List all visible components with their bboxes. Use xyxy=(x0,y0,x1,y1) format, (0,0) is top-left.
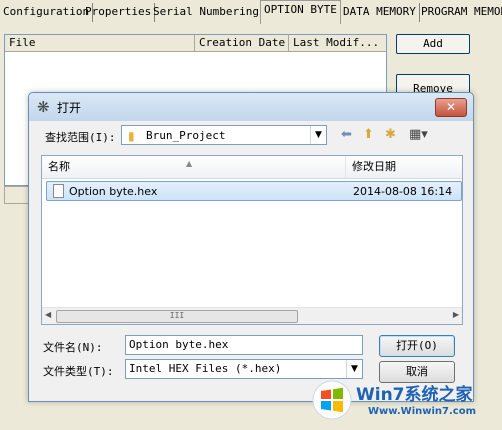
close-icon: ✕ xyxy=(445,100,457,114)
column-file[interactable]: File xyxy=(5,35,195,51)
dialog-title-bar[interactable]: ❋ 打开 ✕ xyxy=(29,93,473,121)
file-type-label: 文件类型(T): xyxy=(43,365,114,378)
file-icon xyxy=(53,184,64,198)
column-modified[interactable]: 修改日期 xyxy=(346,156,462,178)
column-name[interactable]: 名称 ▲ xyxy=(42,156,346,178)
app-icon: ❋ xyxy=(37,98,50,116)
file-list-header: File Creation Date Last Modif... xyxy=(5,35,386,52)
file-type-value: Intel HEX Files (*.hex) xyxy=(129,362,282,375)
file-row[interactable]: Option byte.hex 2014-08-08 16:14 xyxy=(46,181,462,201)
remove-button[interactable]: Remove xyxy=(396,74,470,94)
look-in-label: 查找范围(I): xyxy=(45,131,116,144)
open-button[interactable]: 打开(O) xyxy=(379,335,455,357)
chevron-down-icon[interactable]: ▼ xyxy=(310,126,326,144)
sort-arrow-icon: ▲ xyxy=(186,159,193,168)
scroll-left-icon[interactable]: ◀ xyxy=(45,310,51,319)
column-creation-date[interactable]: Creation Date xyxy=(195,35,289,51)
view-menu-icon[interactable]: ▦▾ xyxy=(409,127,428,143)
folder-icon: ▮ xyxy=(128,129,135,143)
dialog-title: 打开 xyxy=(57,101,82,115)
scroll-right-icon[interactable]: ▶ xyxy=(453,310,459,319)
file-name-input[interactable]: Option byte.hex xyxy=(125,335,363,355)
back-icon[interactable]: ⬅ xyxy=(341,127,352,143)
open-file-dialog: ❋ 打开 ✕ 查找范围(I): ▮ Brun_Project ▼ ⬅ ⬆ ✱ ▦… xyxy=(28,92,474,402)
chevron-down-icon[interactable]: ▼ xyxy=(346,360,362,378)
close-button[interactable]: ✕ xyxy=(435,98,467,117)
tab-serial-numbering[interactable]: Serial Numbering xyxy=(150,3,263,22)
file-name: Option byte.hex xyxy=(69,185,158,198)
tab-configuration[interactable]: Configuration xyxy=(0,3,94,22)
file-browser-header: 名称 ▲ 修改日期 xyxy=(42,156,462,179)
horizontal-scrollbar[interactable]: ◀ III ▶ xyxy=(42,307,462,324)
watermark-url: Www.Winwin7.com xyxy=(368,406,477,417)
file-type-dropdown[interactable]: Intel HEX Files (*.hex) ▼ xyxy=(125,359,363,379)
tab-option-byte[interactable]: OPTION BYTE xyxy=(260,0,341,24)
tab-bar: Configuration Properties Serial Numberin… xyxy=(0,0,502,25)
watermark-title: Win7系统之家 xyxy=(356,385,473,405)
watermark: Win7系统之家 Www.Winwin7.com xyxy=(308,378,498,426)
windows-logo-icon xyxy=(312,380,352,420)
scroll-thumb[interactable]: III xyxy=(56,310,298,323)
file-browser-list[interactable]: 名称 ▲ 修改日期 Option byte.hex 2014-08-08 16:… xyxy=(41,155,463,325)
up-folder-icon[interactable]: ⬆ xyxy=(363,127,374,143)
file-modified: 2014-08-08 16:14 xyxy=(353,185,453,198)
new-folder-icon[interactable]: ✱ xyxy=(385,127,396,143)
look-in-value: Brun_Project xyxy=(146,129,226,142)
tab-properties[interactable]: Properties xyxy=(82,3,156,22)
tab-data-memory[interactable]: DATA MEMORY xyxy=(340,3,420,22)
add-button[interactable]: Add xyxy=(396,34,470,54)
file-name-label: 文件名(N): xyxy=(43,341,103,354)
column-last-modified[interactable]: Last Modif... xyxy=(289,35,386,51)
look-in-dropdown[interactable]: ▮ Brun_Project ▼ xyxy=(121,125,327,145)
tab-program-memory[interactable]: PROGRAM MEMORY xyxy=(418,3,502,22)
